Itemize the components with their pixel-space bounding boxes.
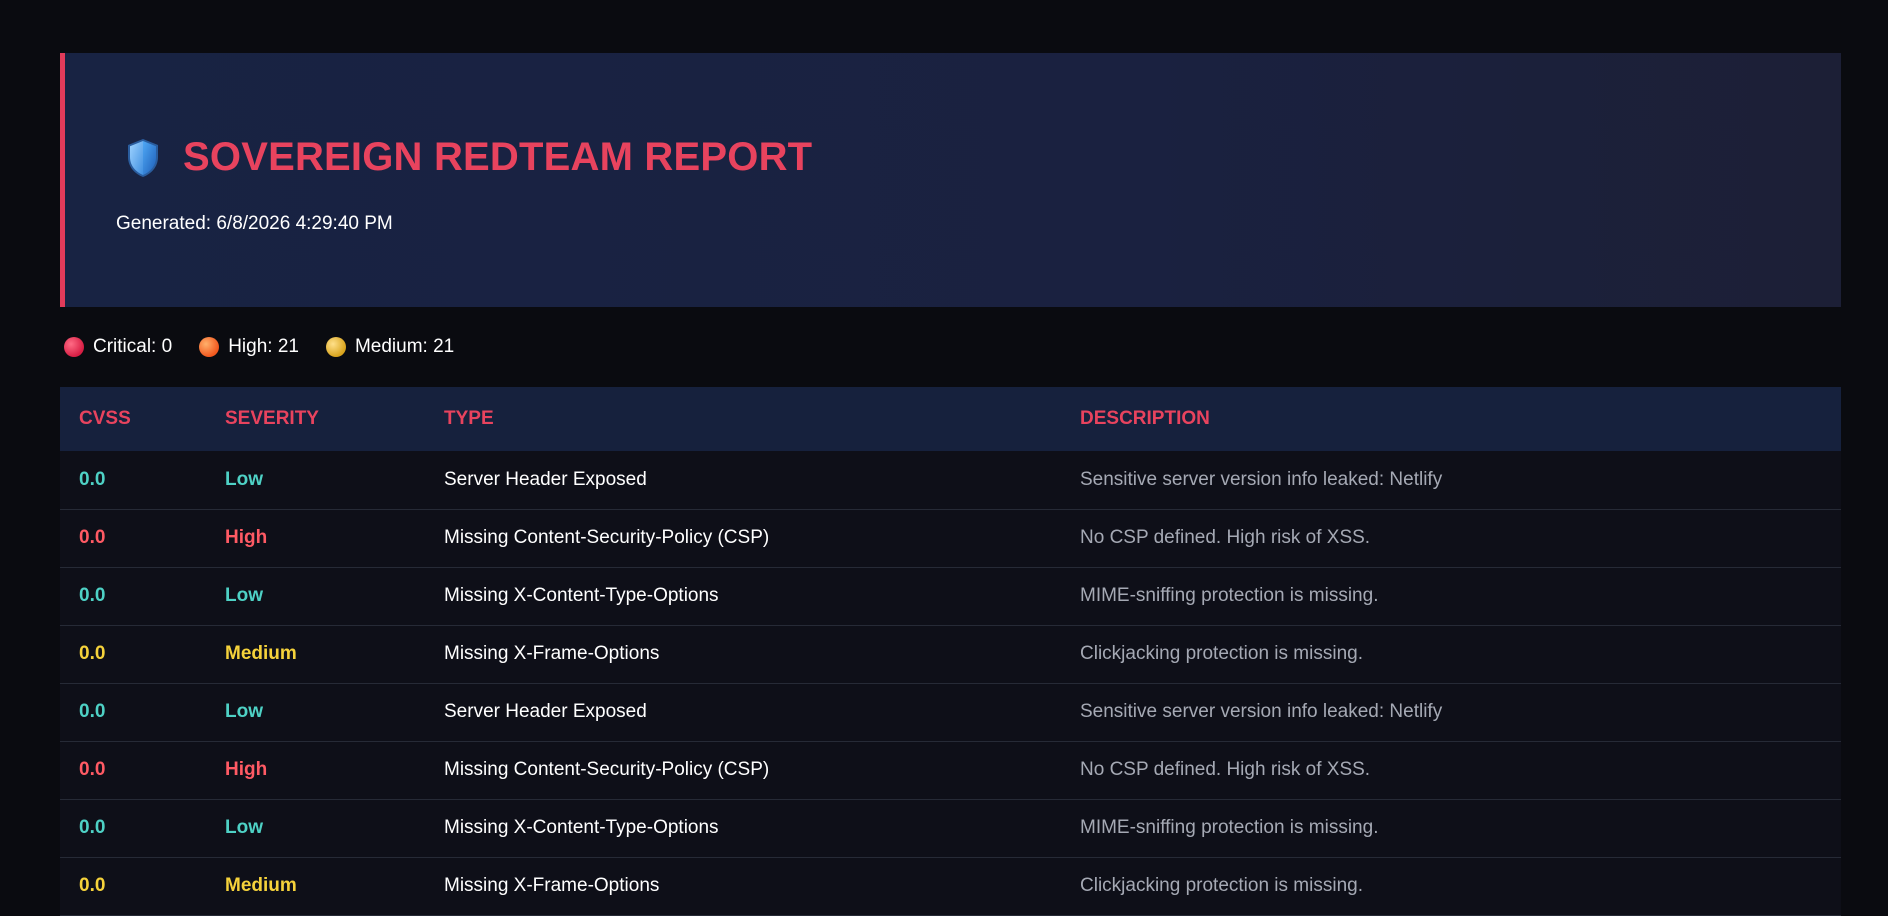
report-header: SOVEREIGN REDTEAM REPORT Generated: 6/8/…: [60, 53, 1841, 307]
severity-summary: Critical: 0 High: 21 Medium: 21: [60, 307, 1841, 387]
description-cell: No CSP defined. High risk of XSS.: [1080, 527, 1371, 548]
page-title: SOVEREIGN REDTEAM REPORT: [183, 135, 813, 179]
generated-timestamp: Generated: 6/8/2026 4:29:40 PM: [116, 213, 393, 234]
severity-cell: Low: [225, 585, 263, 606]
column-header-type[interactable]: TYPE: [425, 387, 1061, 451]
stat-high-label: High: 21: [228, 336, 299, 357]
table-row[interactable]: 0.0 Low Server Header Exposed Sensitive …: [60, 451, 1841, 509]
table-header: CVSS SEVERITY TYPE DESCRIPTION: [60, 387, 1841, 451]
stat-medium: Medium: 21: [325, 336, 455, 358]
column-header-description[interactable]: DESCRIPTION: [1061, 387, 1841, 451]
description-cell: MIME-sniffing protection is missing.: [1080, 585, 1379, 606]
table-body: 0.0 Low Server Header Exposed Sensitive …: [60, 451, 1841, 915]
severity-cell: Low: [225, 701, 263, 722]
findings-table: CVSS SEVERITY TYPE DESCRIPTION 0.0 Low S…: [60, 387, 1841, 916]
title-row: SOVEREIGN REDTEAM REPORT: [125, 135, 812, 180]
severity-cell: Medium: [225, 875, 297, 896]
type-cell: Missing Content-Security-Policy (CSP): [444, 759, 770, 780]
cvss-cell: 0.0: [79, 701, 106, 722]
table-row[interactable]: 0.0 Medium Missing X-Frame-Options Click…: [60, 625, 1841, 683]
stat-critical-label: Critical: 0: [93, 336, 173, 357]
type-cell: Missing X-Frame-Options: [444, 875, 660, 896]
severity-cell: Low: [225, 468, 263, 490]
cvss-cell: 0.0: [79, 527, 106, 548]
table-row[interactable]: 0.0 Low Server Header Exposed Sensitive …: [60, 683, 1841, 741]
table-header-row: CVSS SEVERITY TYPE DESCRIPTION: [60, 387, 1841, 451]
description-cell: No CSP defined. High risk of XSS.: [1080, 759, 1371, 780]
table-row[interactable]: 0.0 Low Missing X-Content-Type-Options M…: [60, 567, 1841, 625]
cvss-cell: 0.0: [79, 817, 106, 838]
critical-dot-icon: [64, 337, 84, 357]
stat-critical: Critical: 0: [64, 336, 172, 358]
column-header-severity[interactable]: SEVERITY: [206, 387, 425, 451]
table-row[interactable]: 0.0 High Missing Content-Security-Policy…: [60, 741, 1841, 799]
description-cell: Clickjacking protection is missing.: [1080, 875, 1363, 896]
shield-icon: [128, 138, 158, 177]
report-container: SOVEREIGN REDTEAM REPORT Generated: 6/8/…: [60, 53, 1841, 916]
description-cell: Sensitive server version info leaked: Ne…: [1080, 468, 1443, 490]
severity-cell: Medium: [225, 643, 297, 664]
column-header-cvss[interactable]: CVSS: [60, 387, 206, 451]
type-cell: Missing X-Frame-Options: [444, 643, 660, 664]
type-cell: Missing X-Content-Type-Options: [444, 585, 719, 606]
cvss-cell: 0.0: [79, 643, 106, 664]
table-row[interactable]: 0.0 Medium Missing X-Frame-Options Click…: [60, 857, 1841, 915]
table-row[interactable]: 0.0 Low Missing X-Content-Type-Options M…: [60, 799, 1841, 857]
stat-medium-label: Medium: 21: [354, 336, 455, 357]
type-cell: Missing X-Content-Type-Options: [444, 817, 719, 838]
description-cell: MIME-sniffing protection is missing.: [1080, 817, 1379, 838]
description-cell: Sensitive server version info leaked: Ne…: [1080, 701, 1443, 722]
medium-dot-icon: [325, 337, 346, 357]
severity-cell: High: [225, 759, 268, 780]
severity-cell: High: [225, 527, 268, 548]
severity-cell: Low: [225, 817, 263, 838]
high-dot-icon: [199, 337, 220, 357]
stat-high: High: 21: [199, 336, 299, 358]
type-cell: Server Header Exposed: [444, 701, 647, 722]
type-cell: Server Header Exposed: [444, 468, 647, 490]
description-cell: Clickjacking protection is missing.: [1080, 643, 1363, 664]
cvss-cell: 0.0: [79, 875, 106, 896]
cvss-cell: 0.0: [79, 585, 106, 606]
type-cell: Missing Content-Security-Policy (CSP): [444, 527, 770, 548]
cvss-cell: 0.0: [79, 759, 106, 780]
cvss-cell: 0.0: [79, 468, 106, 490]
table-row[interactable]: 0.0 High Missing Content-Security-Policy…: [60, 509, 1841, 567]
